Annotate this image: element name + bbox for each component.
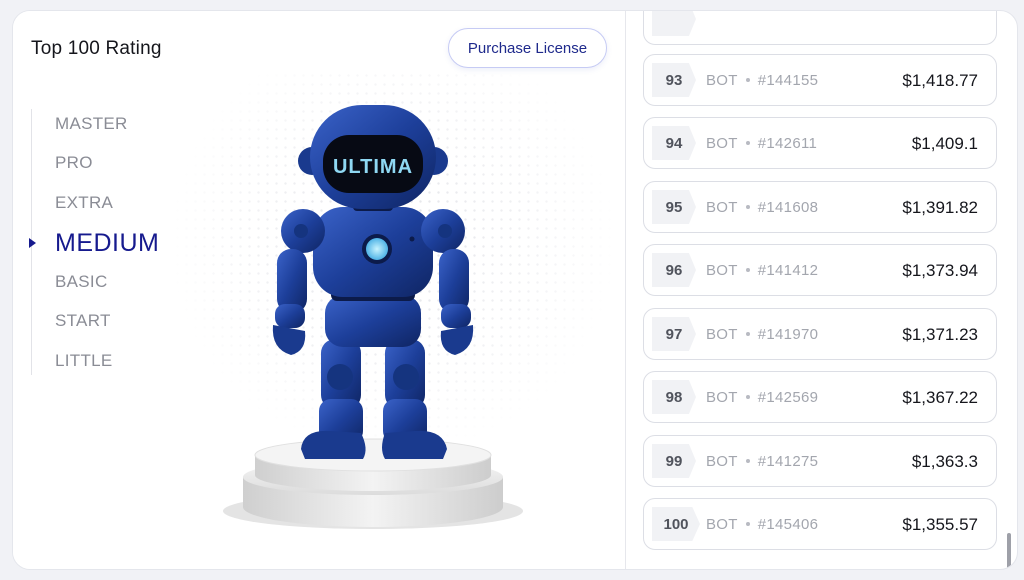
bot-price: $1,409.1 xyxy=(911,134,978,153)
bot-price: $1,371.23 xyxy=(902,325,978,344)
list-item[interactable]: 98 BOT #142569 $1,367.22 xyxy=(643,371,997,423)
bot-price: $1,418.77 xyxy=(902,71,978,90)
rank-badge: 95 xyxy=(652,190,696,224)
dot-separator-icon xyxy=(745,267,750,272)
bot-label: BOT #141970 xyxy=(706,326,819,343)
bot-price: $1,373.94 xyxy=(902,261,978,280)
bot-label: BOT #142569 xyxy=(706,389,819,406)
rank-badge: 96 xyxy=(652,253,696,287)
tier-start[interactable]: START xyxy=(55,311,111,331)
bot-label: BOT #142611 xyxy=(706,135,818,152)
tier-pro[interactable]: PRO xyxy=(55,153,93,173)
tier-list: MASTER PRO EXTRA MEDIUM BASIC START LITT… xyxy=(31,109,191,375)
tier-little[interactable]: LITTLE xyxy=(55,351,113,371)
list-item[interactable]: 99 BOT #141275 $1,363.3 xyxy=(643,435,997,487)
bot-price: $1,355.57 xyxy=(902,515,978,534)
robot-illustration: ULTIMA xyxy=(223,105,523,529)
dot-separator-icon xyxy=(745,204,750,209)
list-item[interactable]: 96 BOT #141412 $1,373.94 xyxy=(643,244,997,296)
list-item[interactable]: 97 BOT #141970 $1,371.23 xyxy=(643,308,997,360)
list-item[interactable] xyxy=(643,11,997,45)
rating-card: Top 100 Rating Purchase License MASTER P… xyxy=(12,10,1018,570)
dot-separator-icon xyxy=(745,521,750,526)
robot-visor-text: ULTIMA xyxy=(333,156,413,178)
bot-label: BOT #141608 xyxy=(706,199,819,216)
rank-badge xyxy=(652,11,696,36)
left-panel: Top 100 Rating Purchase License MASTER P… xyxy=(13,11,625,569)
tier-medium[interactable]: MEDIUM xyxy=(55,229,159,258)
bot-price: $1,363.3 xyxy=(911,452,978,471)
list-item[interactable]: 94 BOT #142611 $1,409.1 xyxy=(643,117,997,169)
active-tier-indicator-icon xyxy=(29,238,36,248)
tier-extra[interactable]: EXTRA xyxy=(55,193,113,213)
list-item[interactable]: 95 BOT #141608 $1,391.82 xyxy=(643,181,997,233)
bot-price: $1,391.82 xyxy=(902,198,978,217)
rank-badge: 100 xyxy=(652,507,700,541)
bot-label: BOT #141412 xyxy=(706,262,819,279)
dot-separator-icon xyxy=(745,77,750,82)
bot-price: $1,367.22 xyxy=(902,388,978,407)
tier-basic[interactable]: BASIC xyxy=(55,272,108,292)
list-item[interactable]: 100 BOT #145406 $1,355.57 xyxy=(643,498,997,550)
rank-badge: 97 xyxy=(652,317,696,351)
purchase-license-button[interactable]: Purchase License xyxy=(448,28,607,68)
list-item[interactable]: 93 BOT #144155 $1,418.77 xyxy=(643,54,997,106)
bot-label: BOT #144155 xyxy=(706,72,819,89)
bot-label: BOT #145406 xyxy=(706,516,819,533)
rank-badge: 99 xyxy=(652,444,696,478)
rank-badge: 93 xyxy=(652,63,696,97)
rank-badge: 94 xyxy=(652,126,696,160)
page-title: Top 100 Rating xyxy=(31,38,162,59)
dot-separator-icon xyxy=(745,140,750,145)
dot-separator-icon xyxy=(745,458,750,463)
dot-separator-icon xyxy=(745,331,750,336)
tier-master[interactable]: MASTER xyxy=(55,114,128,134)
rank-badge: 98 xyxy=(652,380,696,414)
rating-list: 93 BOT #144155 $1,418.77 94 BOT #142611 $1… xyxy=(626,11,1017,569)
list-scrollbar[interactable] xyxy=(1007,533,1011,569)
bot-label: BOT #141275 xyxy=(706,453,819,470)
dot-separator-icon xyxy=(745,394,750,399)
